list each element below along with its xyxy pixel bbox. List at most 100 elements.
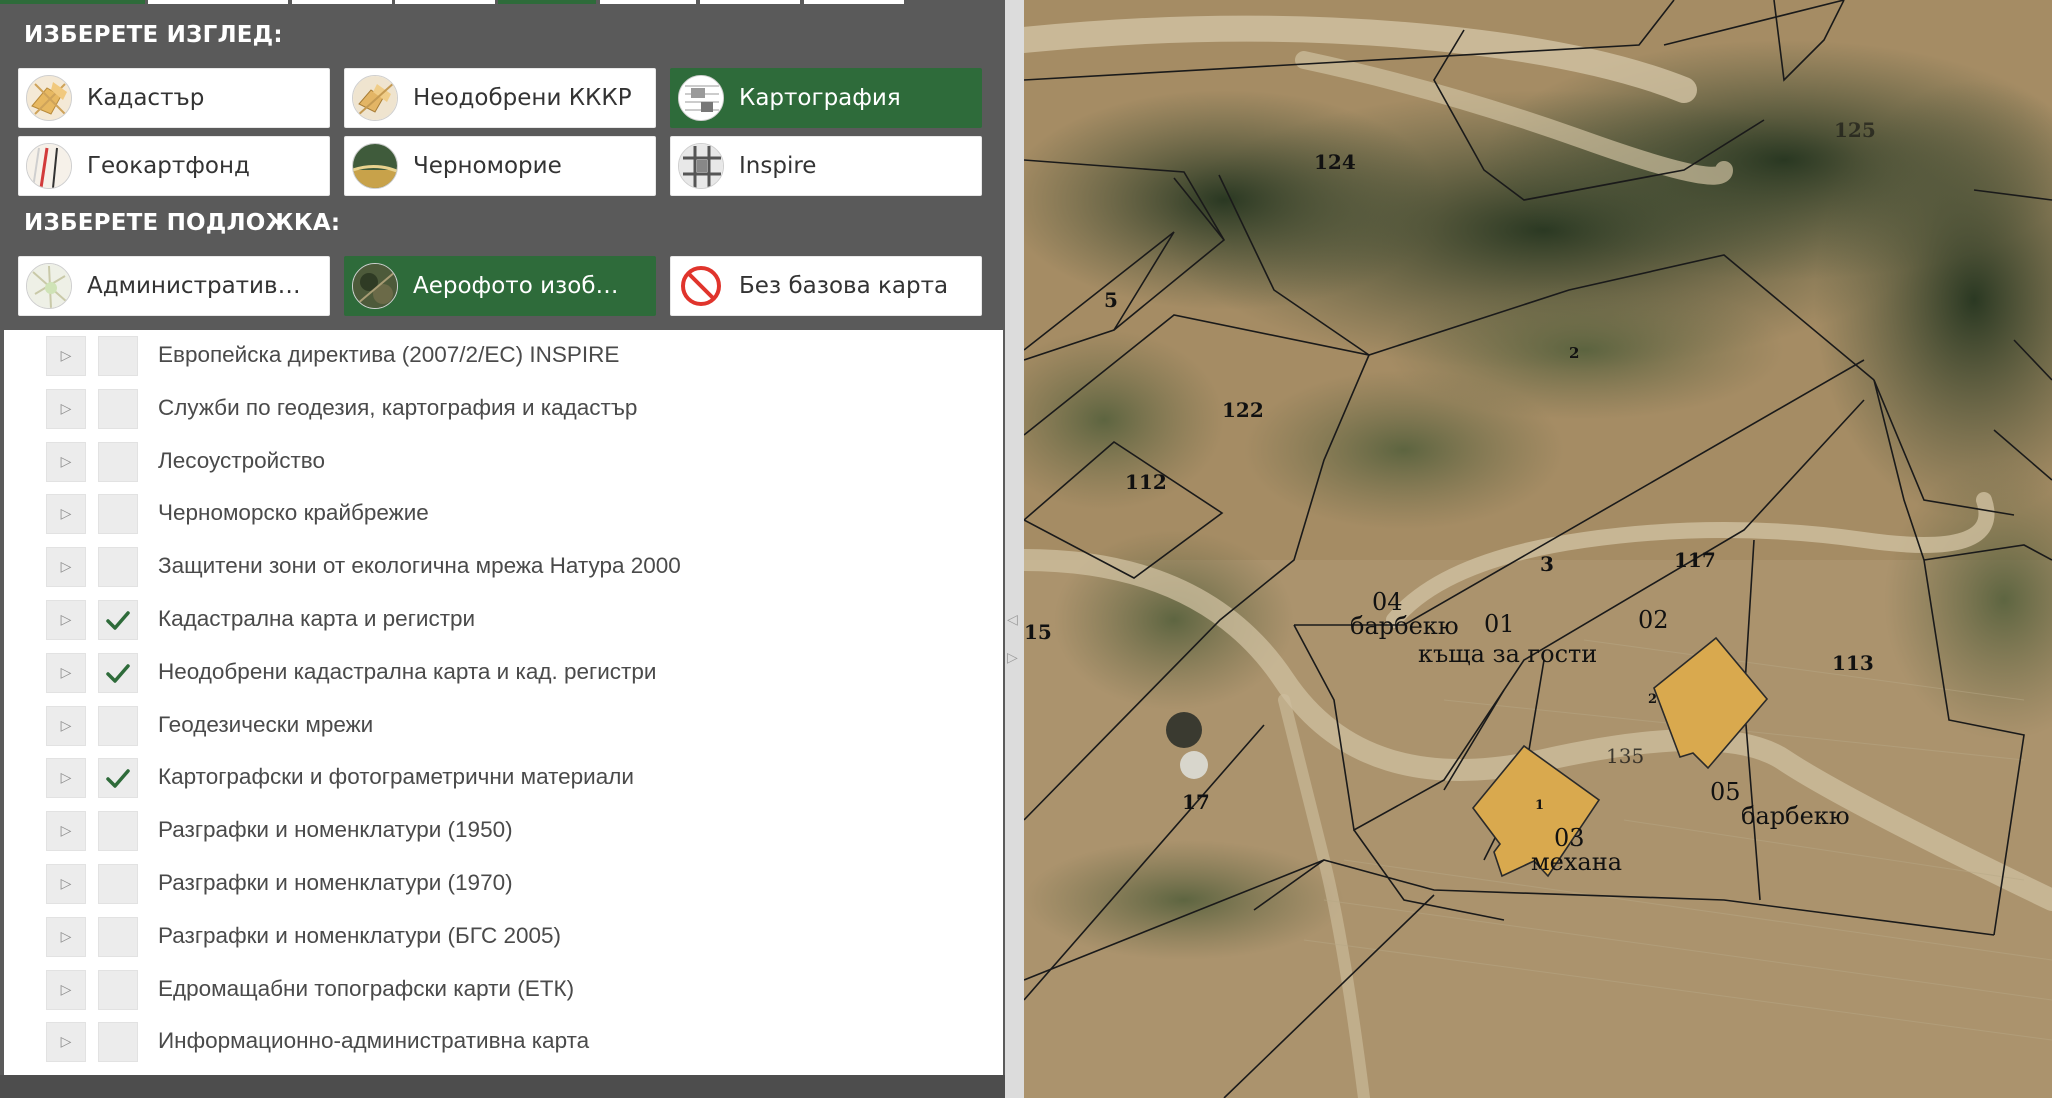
map-view[interactable]: 124 125 5 2 122 112 3 117 15 113 17 135 … xyxy=(1024,0,2052,1098)
layer-checkbox[interactable] xyxy=(98,969,138,1010)
building-label: механа xyxy=(1531,848,1623,876)
view-option-cartography[interactable]: Картография xyxy=(670,68,982,128)
expand-arrow-icon[interactable]: ▷ xyxy=(46,547,86,588)
layer-row[interactable]: ▷ Европейска директива (2007/2/ЕС) INSPIR… xyxy=(4,330,1003,383)
expand-arrow-icon[interactable]: ▷ xyxy=(46,336,86,376)
layer-checkbox[interactable] xyxy=(98,1022,138,1063)
expand-arrow-icon[interactable]: ▷ xyxy=(46,388,86,429)
layer-row[interactable]: ▷ Разграфки и номенклатури (БГС 2005) xyxy=(4,911,1003,964)
layer-row[interactable]: ▷ Геодезически мрежи xyxy=(4,700,1003,753)
expand-arrow-icon[interactable]: ▷ xyxy=(46,969,86,1010)
top-tab-3[interactable] xyxy=(292,0,392,4)
layer-checkbox[interactable] xyxy=(98,758,138,799)
expand-right-icon[interactable]: ▷ xyxy=(1007,650,1018,666)
view-option-black-sea[interactable]: Черноморие xyxy=(344,136,656,196)
view-option-unapproved[interactable]: Неодобрени КККР xyxy=(344,68,656,128)
layer-checkbox[interactable] xyxy=(98,600,138,640)
layer-checkbox[interactable] xyxy=(98,441,138,482)
unapproved-cadastre-icon xyxy=(352,75,398,121)
view-option-label: Картография xyxy=(739,85,901,111)
layer-row[interactable]: ▷ Черноморско крайбрежие xyxy=(4,488,1003,541)
base-option-label: Административна карта xyxy=(87,273,307,299)
expand-arrow-icon[interactable]: ▷ xyxy=(46,811,86,852)
base-option-administrative[interactable]: Административна карта xyxy=(18,256,330,316)
view-option-label: Неодобрени КККР xyxy=(413,85,632,111)
expand-arrow-icon[interactable]: ▷ xyxy=(46,652,86,693)
parcel-label: 3 xyxy=(1540,552,1554,576)
layer-checkbox[interactable] xyxy=(98,864,138,904)
base-option-none[interactable]: Без базова карта xyxy=(670,256,982,316)
layer-row[interactable]: ▷ Служби по геодезия, картография и кадас… xyxy=(4,383,1003,436)
layer-row[interactable]: ▷ Картографски и фотограметрични материал… xyxy=(4,752,1003,805)
no-base-map-icon xyxy=(678,263,724,309)
layer-row[interactable]: ▷ Едромащабни топографски карти (ЕТК) xyxy=(4,964,1003,1017)
building-number-label: 1 xyxy=(1535,798,1545,813)
view-option-inspire[interactable]: Inspire xyxy=(670,136,982,196)
layer-label: Неодобрени кадастрална карта и кад. реги… xyxy=(158,658,657,684)
view-option-geocartfond[interactable]: Геокартфонд xyxy=(18,136,330,196)
layer-row[interactable]: ▷ Разграфки и номенклатури (1950) xyxy=(4,805,1003,858)
expand-arrow-icon[interactable]: ▷ xyxy=(46,916,86,957)
top-tab-6[interactable] xyxy=(600,0,696,4)
expand-arrow-icon[interactable]: ▷ xyxy=(46,758,86,799)
layer-label: Едромащабни топографски карти (ЕТК) xyxy=(158,975,575,1001)
expand-arrow-icon[interactable]: ▷ xyxy=(46,441,86,482)
layer-checkbox[interactable] xyxy=(98,811,138,852)
layer-row[interactable]: ▷ Неодобрени кадастрална карта и кад. рег… xyxy=(4,647,1003,700)
top-tab-4[interactable] xyxy=(395,0,495,4)
layer-checkbox[interactable] xyxy=(98,916,138,957)
layer-label: Разграфки и номенклатури (БГС 2005) xyxy=(158,922,562,948)
top-tab-2[interactable] xyxy=(148,0,288,4)
view-option-label: Кадастър xyxy=(87,85,205,111)
parcel-label: 122 xyxy=(1222,398,1264,422)
layer-row[interactable]: ▷ Лесоустройство xyxy=(4,436,1003,489)
panel-splitter[interactable]: ◁ ▷ xyxy=(1005,0,1024,1098)
layer-checkbox[interactable] xyxy=(98,494,138,535)
parcel-label: 2 xyxy=(1569,344,1580,362)
expand-arrow-icon[interactable]: ▷ xyxy=(46,864,86,904)
parcel-label: 15 xyxy=(1024,620,1052,644)
layer-checkbox[interactable] xyxy=(98,547,138,588)
layer-label: Защитени зони от екологична мрежа Натура… xyxy=(158,553,681,579)
layer-row[interactable]: ▷ Кадастрална карта и регистри xyxy=(4,594,1003,647)
layer-label: Европейска директива (2007/2/ЕС) INSPIRE xyxy=(158,342,620,367)
layer-checkbox[interactable] xyxy=(98,652,138,693)
checkmark-icon xyxy=(106,611,130,630)
building-label: барбекю xyxy=(1741,802,1850,830)
base-option-label: Без базова карта xyxy=(739,273,949,299)
inspire-icon xyxy=(678,143,724,189)
expand-arrow-icon[interactable]: ▷ xyxy=(46,600,86,640)
panel-footer xyxy=(0,1075,1005,1098)
expand-arrow-icon[interactable]: ▷ xyxy=(46,494,86,535)
layer-checkbox[interactable] xyxy=(98,705,138,746)
map-canvas[interactable] xyxy=(1024,0,2052,1098)
layer-row[interactable]: ▷ Защитени зони от екологична мрежа Натур… xyxy=(4,541,1003,594)
left-panel: ИЗБЕРЕТЕ ИЗГЛЕД: Кадастър Неодобрени ККК… xyxy=(0,0,1005,1098)
base-section-title: ИЗБЕРЕТЕ ПОДЛОЖКА: xyxy=(24,210,341,236)
top-tab-1[interactable] xyxy=(0,0,145,4)
top-tab-5[interactable] xyxy=(498,0,596,4)
layer-label: Черноморско крайбрежие xyxy=(158,500,429,526)
view-option-label: Черноморие xyxy=(413,153,562,179)
parcel-label: 117 xyxy=(1674,548,1716,572)
view-option-label: Геокартфонд xyxy=(87,153,250,179)
top-tab-8[interactable] xyxy=(804,0,904,4)
layer-row[interactable]: ▷ Разграфки и номенклатури (1970) xyxy=(4,858,1003,911)
administrative-map-icon xyxy=(26,263,72,309)
layer-row[interactable]: ▷ Информационно-административна карта xyxy=(4,1016,1003,1069)
base-option-aerial[interactable]: Аерофото изображение xyxy=(344,256,656,316)
view-option-cadastre[interactable]: Кадастър xyxy=(18,68,330,128)
parcel-label: 17 xyxy=(1182,790,1210,814)
layer-checkbox[interactable] xyxy=(98,336,138,376)
collapse-left-icon[interactable]: ◁ xyxy=(1007,612,1018,628)
layer-label: Разграфки и номенклатури (1970) xyxy=(158,870,513,895)
black-sea-coast-icon xyxy=(352,143,398,189)
expand-arrow-icon[interactable]: ▷ xyxy=(46,705,86,746)
expand-arrow-icon[interactable]: ▷ xyxy=(46,1022,86,1063)
parcel-label: 124 xyxy=(1314,150,1356,174)
layer-label: Картографски и фотограметрични материали xyxy=(158,764,634,790)
top-tab-7[interactable] xyxy=(700,0,800,4)
checkmark-icon xyxy=(106,769,130,789)
layer-checkbox[interactable] xyxy=(98,388,138,429)
layer-label: Геодезически мрежи xyxy=(158,711,374,737)
